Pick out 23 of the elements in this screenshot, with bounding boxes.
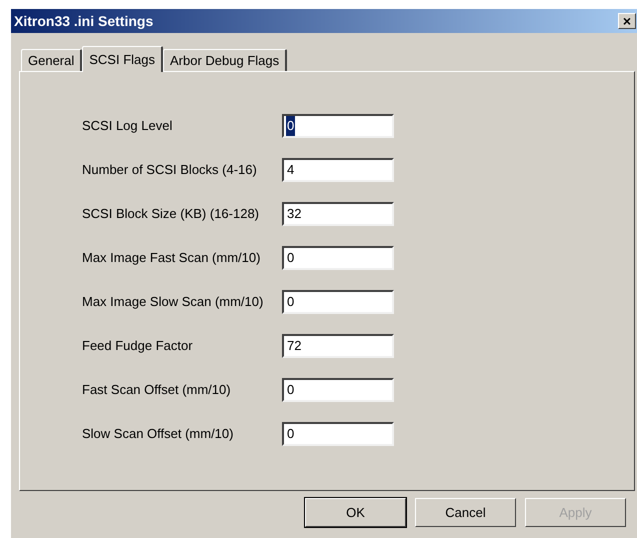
- input-field[interactable]: 0: [282, 114, 394, 138]
- input-field[interactable]: 0: [282, 378, 394, 402]
- tab[interactable]: General: [21, 49, 82, 71]
- field-label: SCSI Block Size (KB) (16-128): [81, 205, 260, 224]
- tab[interactable]: Arbor Debug Flags: [163, 49, 288, 71]
- field-label: SCSI Log Level: [81, 117, 174, 136]
- input-field[interactable]: 4: [282, 158, 394, 182]
- input-field[interactable]: 72: [282, 334, 394, 358]
- window-title: Xitron33 .ini Settings: [14, 12, 154, 31]
- input-field[interactable]: 32: [282, 202, 394, 226]
- close-button[interactable]: ×: [618, 13, 636, 29]
- field-label: Max Image Fast Scan (mm/10): [81, 249, 262, 268]
- field-label: Slow Scan Offset (mm/10): [81, 425, 234, 444]
- field-label: Feed Fudge Factor: [81, 337, 194, 356]
- dialog-button[interactable]: Cancel: [415, 498, 516, 527]
- field-label: Fast Scan Offset (mm/10): [81, 381, 232, 400]
- input-field[interactable]: 0: [282, 290, 394, 314]
- input-field[interactable]: 0: [282, 422, 394, 446]
- field-label: Number of SCSI Blocks (4-16): [81, 161, 258, 180]
- tab[interactable]: SCSI Flags: [82, 46, 163, 72]
- dialog-button[interactable]: OK: [305, 498, 406, 527]
- input-field[interactable]: 0: [282, 246, 394, 270]
- field-label: Max Image Slow Scan (mm/10): [81, 293, 264, 312]
